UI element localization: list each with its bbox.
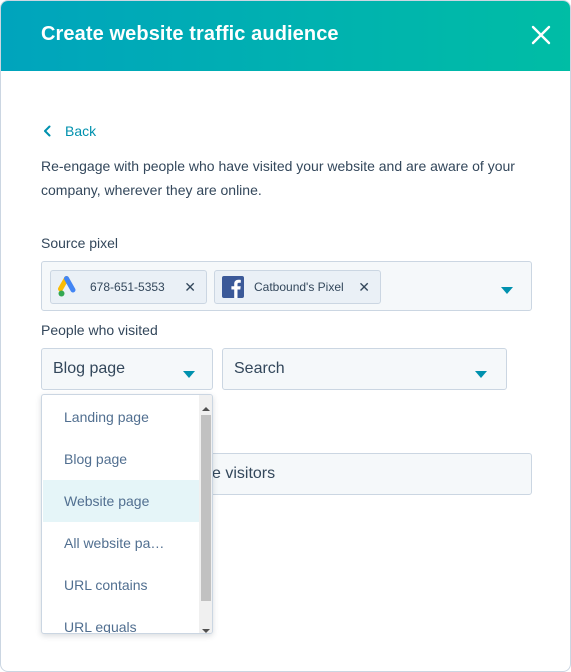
back-link[interactable]: Back bbox=[43, 123, 96, 139]
scrollbar-thumb[interactable] bbox=[201, 415, 211, 601]
remove-chip-icon[interactable]: ✕ bbox=[358, 279, 370, 296]
dropdown-option-url-contains[interactable]: URL contains bbox=[43, 564, 199, 606]
page-type-dropdown: Landing page Blog page Website page All … bbox=[41, 394, 213, 634]
caret-down-icon bbox=[183, 366, 195, 384]
chevron-left-icon bbox=[44, 125, 51, 137]
google-ads-icon bbox=[58, 276, 80, 298]
chip-label: 678-651-5353 bbox=[90, 280, 165, 294]
modal-title: Create website traffic audience bbox=[41, 23, 339, 45]
modal-header: Create website traffic audience bbox=[1, 1, 570, 71]
caret-down-icon[interactable] bbox=[501, 282, 513, 300]
back-label: Back bbox=[65, 123, 97, 139]
visitors-field-text: e visitors bbox=[212, 465, 276, 482]
dropdown-option-url-equals[interactable]: URL equals bbox=[43, 606, 199, 633]
pixel-chip-google-ads: 678-651-5353 ✕ bbox=[50, 270, 207, 304]
caret-down-icon bbox=[475, 366, 487, 384]
scroll-down-arrow-icon[interactable] bbox=[202, 621, 210, 633]
page-search-select[interactable]: Search bbox=[222, 348, 507, 390]
pixel-chip-facebook: Catbound's Pixel ✕ bbox=[214, 270, 381, 304]
dropdown-scrollbar[interactable] bbox=[199, 395, 212, 633]
dropdown-option-website-page[interactable]: Website page bbox=[43, 480, 199, 522]
dropdown-option-all-website-pages[interactable]: All website pa… bbox=[43, 522, 199, 564]
create-audience-modal: Create website traffic audience Back Re-… bbox=[0, 0, 571, 672]
search-placeholder: Search bbox=[234, 360, 285, 377]
source-pixel-select[interactable]: 678-651-5353 ✕ Catbound's Pixel ✕ bbox=[41, 261, 532, 311]
chip-label: Catbound's Pixel bbox=[254, 280, 344, 294]
close-button[interactable] bbox=[525, 19, 557, 51]
page-type-select[interactable]: Blog page bbox=[41, 348, 213, 390]
remove-chip-icon[interactable]: ✕ bbox=[184, 279, 196, 296]
dropdown-option-blog-page[interactable]: Blog page bbox=[43, 438, 199, 480]
page-type-value: Blog page bbox=[53, 360, 126, 377]
close-icon bbox=[531, 25, 551, 45]
facebook-icon bbox=[222, 276, 244, 298]
people-visited-label: People who visited bbox=[41, 322, 158, 338]
source-pixel-label: Source pixel bbox=[41, 235, 119, 251]
description-text: Re-engage with people who have visited y… bbox=[41, 158, 515, 198]
dropdown-option-landing-page[interactable]: Landing page bbox=[43, 396, 199, 438]
